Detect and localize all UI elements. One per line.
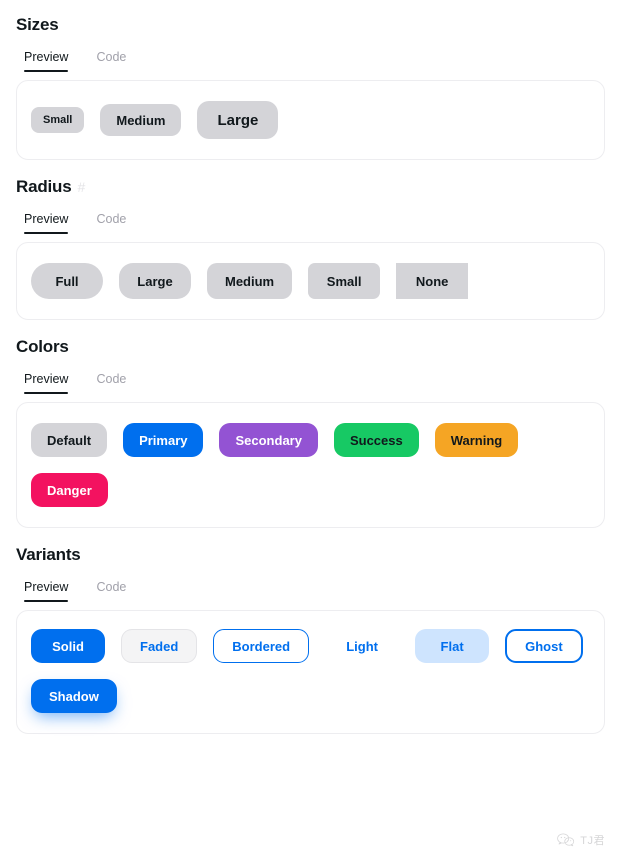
- section-colors: Colors Preview Code Default Primary Seco…: [16, 330, 605, 529]
- section-sizes: Sizes Preview Code Small Medium Large: [16, 8, 605, 161]
- tablist-radius: Preview Code: [16, 212, 605, 235]
- wechat-icon: [557, 833, 575, 847]
- tab-preview[interactable]: Preview: [24, 372, 69, 395]
- button-variant-light[interactable]: Light: [325, 629, 399, 663]
- button-color-success[interactable]: Success: [333, 423, 419, 458]
- page-title-variants: Variants: [16, 538, 605, 566]
- page-title-colors: Colors: [16, 330, 605, 358]
- tablist-variants: Preview Code: [16, 580, 605, 603]
- button-radius-medium[interactable]: Medium: [207, 263, 293, 300]
- button-color-primary[interactable]: Primary: [123, 423, 204, 458]
- button-variant-ghost[interactable]: Ghost: [505, 629, 583, 664]
- button-variant-shadow[interactable]: Shadow: [31, 679, 117, 714]
- watermark-text: TJ君: [580, 835, 605, 847]
- watermark: TJ君: [557, 832, 605, 848]
- button-small[interactable]: Small: [31, 107, 85, 134]
- button-radius-large[interactable]: Large: [119, 263, 191, 300]
- tab-preview[interactable]: Preview: [24, 50, 69, 73]
- tablist-sizes: Preview Code: [16, 50, 605, 73]
- section-variants: Variants Preview Code Solid Faded Border…: [16, 538, 605, 735]
- button-radius-none[interactable]: None: [396, 263, 469, 300]
- page-title-sizes: Sizes: [16, 8, 605, 36]
- button-variant-bordered[interactable]: Bordered: [213, 629, 310, 664]
- button-color-default[interactable]: Default: [31, 423, 108, 458]
- button-variant-faded[interactable]: Faded: [121, 629, 198, 664]
- anchor-hash-icon[interactable]: #: [77, 180, 85, 194]
- section-title-text: Variants: [16, 545, 81, 565]
- page-title-radius: Radius #: [16, 170, 605, 198]
- tablist-colors: Preview Code: [16, 372, 605, 395]
- button-color-danger[interactable]: Danger: [31, 473, 108, 508]
- tab-code[interactable]: Code: [96, 212, 126, 234]
- preview-panel-radius: Full Large Medium Small None: [16, 242, 605, 321]
- preview-panel-sizes: Small Medium Large: [16, 80, 605, 161]
- tab-preview[interactable]: Preview: [24, 212, 69, 235]
- section-title-text: Colors: [16, 337, 69, 357]
- preview-panel-colors: Default Primary Secondary Success Warnin…: [16, 402, 605, 529]
- tab-code[interactable]: Code: [96, 580, 126, 602]
- section-title-text: Radius: [16, 177, 72, 197]
- tab-code[interactable]: Code: [96, 50, 126, 72]
- button-color-warning[interactable]: Warning: [434, 423, 519, 458]
- button-medium[interactable]: Medium: [100, 104, 182, 137]
- section-radius: Radius # Preview Code Full Large Medium …: [16, 170, 605, 321]
- button-radius-small[interactable]: Small: [308, 263, 381, 300]
- button-variant-solid[interactable]: Solid: [31, 629, 105, 664]
- page-root: Sizes Preview Code Small Medium Large Ra…: [0, 8, 621, 854]
- tab-preview[interactable]: Preview: [24, 580, 69, 603]
- button-large[interactable]: Large: [197, 101, 279, 140]
- button-variant-flat[interactable]: Flat: [415, 629, 490, 664]
- button-color-secondary[interactable]: Secondary: [219, 423, 318, 458]
- section-title-text: Sizes: [16, 15, 59, 34]
- button-radius-full[interactable]: Full: [31, 263, 103, 300]
- tab-code[interactable]: Code: [96, 372, 126, 394]
- preview-panel-variants: Solid Faded Bordered Light Flat Ghost Sh…: [16, 610, 605, 735]
